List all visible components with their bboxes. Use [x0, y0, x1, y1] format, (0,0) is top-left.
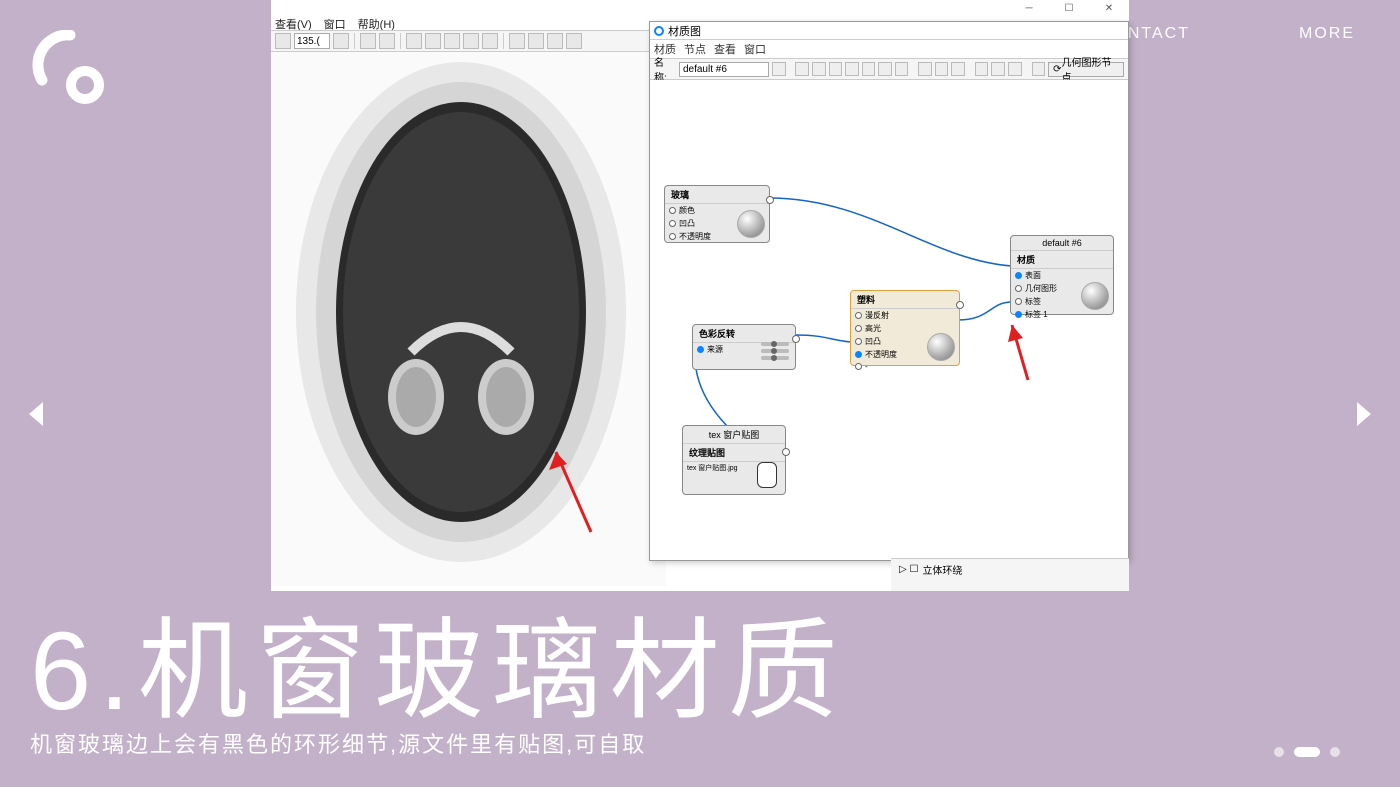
float-title-text: 材质图 [668, 23, 701, 39]
material-preview-icon [927, 333, 955, 361]
maximize-button[interactable]: ☐ [1049, 0, 1089, 16]
float-titlebar[interactable]: 材质图 [650, 22, 1128, 40]
toolbar-icon[interactable] [845, 62, 859, 76]
trash-icon[interactable] [895, 62, 909, 76]
toolbar-icon[interactable] [528, 33, 544, 49]
node-texture[interactable]: tex 窗户贴图 纹理贴图 tex 窗户贴图.jpg [682, 425, 786, 495]
zoom-input[interactable] [294, 33, 330, 49]
toolbar-icon[interactable] [379, 33, 395, 49]
float-menu-window[interactable]: 窗口 [744, 41, 766, 57]
save-icon[interactable] [772, 62, 786, 76]
toolbar-icon[interactable] [509, 33, 525, 49]
toolbar-icon[interactable] [1008, 62, 1022, 76]
dot-1[interactable] [1274, 747, 1284, 757]
node-glass[interactable]: 玻璃 颜色 凹凸 不透明度 [664, 185, 770, 243]
slide-subtitle: 机窗玻璃边上会有黑色的环形细节,源文件里有贴图,可自取 [30, 727, 646, 759]
sliders-icon [761, 339, 789, 363]
toolbar-icon[interactable] [918, 62, 932, 76]
copy-icon[interactable] [878, 62, 892, 76]
node-title: 玻璃 [665, 186, 769, 204]
prev-arrow-icon[interactable] [25, 400, 47, 433]
node-title: 塑料 [851, 291, 959, 309]
material-preview-icon [737, 210, 765, 238]
render-viewport[interactable] [271, 52, 666, 586]
menu-view[interactable]: 查看(V) [275, 16, 312, 30]
toolbar-icon[interactable] [975, 62, 989, 76]
material-name-input[interactable] [679, 62, 769, 77]
node-title: 材质 [1011, 251, 1113, 269]
node-canvas[interactable]: 玻璃 颜色 凹凸 不透明度 色彩反转 来源 tex 窗户贴图 纹理贴图 tex … [650, 80, 1128, 560]
toolbar-icon[interactable] [935, 62, 949, 76]
toolbar-icon[interactable] [406, 33, 422, 49]
texture-thumbnail [757, 462, 777, 488]
toolbar-icon[interactable] [425, 33, 441, 49]
node-header: tex 窗户贴图 [683, 426, 785, 444]
next-arrow-icon[interactable] [1353, 400, 1375, 433]
toolbar-icon[interactable] [566, 33, 582, 49]
node-title: 纹理贴图 [683, 444, 785, 462]
toolbar-icon[interactable] [1032, 62, 1046, 76]
toolbar-icon[interactable] [795, 62, 809, 76]
toolbar-icon[interactable] [951, 62, 965, 76]
lock-icon[interactable] [862, 62, 876, 76]
toolbar-icon[interactable] [333, 33, 349, 49]
menu-help[interactable]: 帮助(H) [358, 16, 395, 30]
toolbar-icon[interactable] [444, 33, 460, 49]
material-graph-window: 材质图 材质 节点 查看 窗口 名称: [649, 21, 1129, 561]
logo [30, 30, 105, 110]
node-output[interactable]: default #6 材质 表面 几何图形 标签 标签 1 [1010, 235, 1114, 315]
dot-2-active[interactable] [1294, 747, 1320, 757]
right-panel: ▷ ☐立体环绕 [891, 558, 1129, 591]
menu-window[interactable]: 窗口 [324, 16, 346, 30]
app-icon [654, 26, 664, 36]
toolbar-icon[interactable] [547, 33, 563, 49]
toolbar-icon[interactable] [463, 33, 479, 49]
minimize-button[interactable]: ─ [1009, 0, 1049, 16]
float-menu-view[interactable]: 查看 [714, 41, 736, 57]
float-menubar: 材质 节点 查看 窗口 [650, 40, 1128, 58]
close-button[interactable]: ✕ [1089, 0, 1129, 16]
float-menu-node[interactable]: 节点 [684, 41, 706, 57]
geometry-node-button[interactable]: ⟳ 几何图形节点 [1048, 62, 1124, 77]
node-plastic[interactable]: 塑料 漫反射 高光 凹凸 不透明度 - [850, 290, 960, 366]
app-window: ─ ☐ ✕ 查看(V) 窗口 帮助(H) [271, 0, 1129, 591]
toolbar-icon[interactable] [275, 33, 291, 49]
tree-item[interactable]: ▷ ☐立体环绕 [899, 561, 1121, 578]
output-port[interactable] [766, 196, 774, 204]
toolbar-icon[interactable] [360, 33, 376, 49]
slide-title: 6.机窗玻璃材质 [30, 617, 846, 727]
output-port[interactable] [792, 335, 800, 343]
toolbar-icon[interactable] [812, 62, 826, 76]
material-preview-icon [1081, 282, 1109, 310]
toolbar-icon[interactable] [991, 62, 1005, 76]
toolbar-icon[interactable] [482, 33, 498, 49]
toolbar-icon[interactable] [829, 62, 843, 76]
node-color-invert[interactable]: 色彩反转 来源 [692, 324, 796, 370]
node-header: default #6 [1011, 236, 1113, 251]
page-dots[interactable] [1274, 747, 1340, 757]
output-port[interactable] [782, 448, 790, 456]
output-port[interactable] [956, 301, 964, 309]
dot-3[interactable] [1330, 747, 1340, 757]
nav-more[interactable]: MORE [1299, 25, 1355, 43]
float-toolbar: 名称: ⟳ 几何图形节点 [650, 58, 1128, 80]
